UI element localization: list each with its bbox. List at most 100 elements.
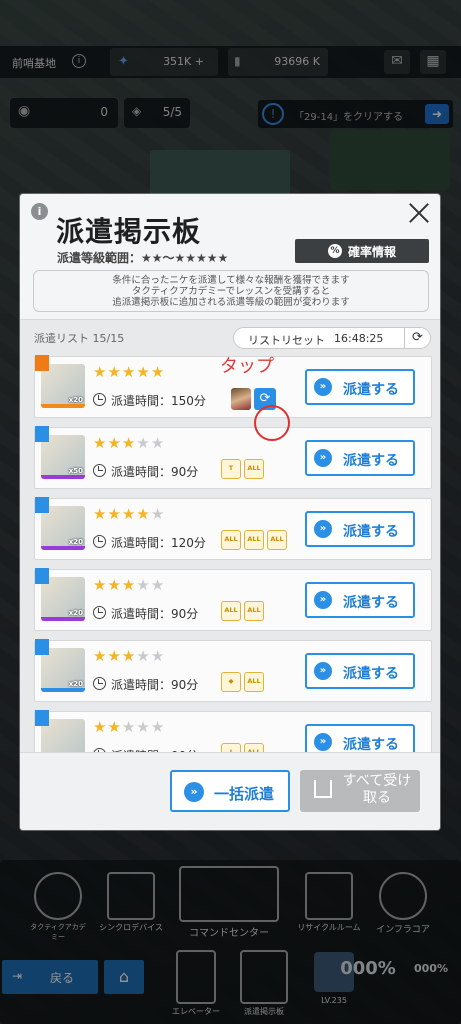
percent-icon: %	[327, 244, 342, 258]
rarity-bar	[41, 688, 85, 692]
item-count: x20	[68, 538, 83, 546]
item-count: x20	[68, 396, 83, 404]
star-filled-icon: ★	[121, 363, 137, 381]
dispatch-list[interactable]: 派遣リスト 15/15 リストリセット 16:48:25 ⟳ x20 ★★★★★ 派…	[20, 320, 440, 752]
star-filled-icon: ★	[107, 718, 122, 736]
description-line: 追派遣掲示板に追加される派遣等級の範囲が変わります	[112, 297, 350, 308]
dispatch-label: 派遣する	[343, 382, 399, 398]
star-filled-icon: ★	[150, 363, 166, 381]
star-filled-icon: ★	[107, 505, 122, 523]
condition-tag: ALL	[267, 530, 287, 550]
star-filled-icon: ★	[93, 647, 108, 665]
condition-tag: ALL	[221, 601, 241, 621]
condition-tags: ◆ ALL	[221, 672, 264, 692]
condition-tag: ALL	[244, 459, 264, 479]
bulk-dispatch-label: 一括派遣	[214, 785, 275, 803]
star-rating: ★★★★★	[93, 434, 165, 452]
double-chevron-icon: »	[314, 520, 332, 538]
clock-icon	[93, 535, 106, 548]
nikke-avatar	[231, 388, 251, 410]
dispatch-time: 派遣時間：90分	[111, 678, 199, 692]
rate-info-label: 確率情報	[347, 244, 396, 259]
condition-tags: ALL ALL	[221, 601, 264, 621]
star-filled-icon: ★	[93, 434, 108, 452]
flag-icon	[35, 355, 49, 371]
dispatch-button[interactable]: » 派遣する	[305, 653, 415, 689]
star-filled-icon: ★	[107, 647, 122, 665]
star-filled-icon: ★	[121, 647, 137, 665]
reset-timer: 16:48:25	[334, 332, 384, 345]
dispatch-time: 派遣時間：120分	[111, 536, 206, 550]
dispatch-button[interactable]: » 派遣する	[305, 369, 415, 405]
star-filled-icon: ★	[121, 505, 137, 523]
receive-all-label: すべて受け取る	[342, 773, 412, 806]
star-empty-icon: ★	[121, 718, 137, 736]
description-line: 条件に合ったニケを派遣して様々な報酬を獲得できます	[112, 275, 350, 286]
modal-footer: » 一括派遣 すべて受け取る	[20, 752, 440, 830]
star-filled-icon: ★	[107, 576, 122, 594]
dispatch-label: 派遣する	[343, 453, 399, 469]
star-empty-icon: ★	[136, 434, 151, 452]
description-line: タクティクアカデミーでレッスンを受講すると	[131, 286, 331, 297]
star-rating: ★★★★★	[93, 505, 165, 523]
star-filled-icon: ★	[93, 576, 108, 594]
flag-icon	[35, 710, 49, 726]
info-icon[interactable]: i	[31, 203, 48, 220]
description-box: 条件に合ったニケを派遣して様々な報酬を獲得できます タクティクアカデミーでレッス…	[33, 270, 429, 312]
condition-tag: I	[221, 743, 241, 752]
dispatch-button[interactable]: » 派遣する	[305, 582, 415, 618]
star-empty-icon: ★	[136, 647, 151, 665]
rarity-bar	[41, 617, 85, 621]
star-rating: ★★★★★	[93, 363, 165, 381]
condition-tag: ◆	[221, 672, 241, 692]
condition-tag: ALL	[244, 743, 264, 752]
rarity-bar	[41, 475, 85, 479]
dispatch-board-modal: i 派遣掲示板 派遣等級範囲：★★〜★★★★★ % 確率情報 条件に合ったニケを…	[20, 194, 440, 830]
dispatch-time: 派遣時間：150分	[111, 394, 206, 408]
flag-icon	[35, 568, 49, 584]
double-chevron-icon: »	[184, 782, 204, 802]
highlight-circle	[254, 405, 290, 441]
close-icon[interactable]	[408, 202, 430, 224]
dispatch-button[interactable]: » 派遣する	[305, 440, 415, 476]
list-count: 派遣リスト 15/15	[34, 332, 125, 345]
clock-icon	[93, 606, 106, 619]
star-rating: ★★★★★	[93, 576, 165, 594]
star-empty-icon: ★	[136, 718, 151, 736]
star-filled-icon: ★	[93, 718, 108, 736]
condition-tags: T ALL	[221, 459, 264, 479]
double-chevron-icon: »	[314, 662, 332, 680]
condition-tag: ALL	[244, 672, 264, 692]
rate-info-button[interactable]: % 確率情報	[295, 239, 429, 263]
flag-icon	[35, 639, 49, 655]
double-chevron-icon: »	[314, 449, 332, 467]
dispatch-button[interactable]: » 派遣する	[305, 724, 415, 752]
download-icon	[314, 780, 332, 798]
dispatch-card: x20 ★★★★★ 派遣時間：90分 ALL ALL » 派遣する	[34, 568, 432, 631]
list-reset-button[interactable]: リストリセット 16:48:25 ⟳	[233, 327, 431, 349]
star-filled-icon: ★	[121, 576, 137, 594]
dispatch-button[interactable]: » 派遣する	[305, 511, 415, 547]
dispatch-label: 派遣する	[343, 666, 399, 682]
star-empty-icon: ★	[150, 576, 166, 594]
star-empty-icon: ★	[150, 434, 166, 452]
condition-tags: ALL ALL ALL	[221, 530, 287, 550]
dispatch-label: 派遣する	[343, 524, 399, 540]
refresh-icon: ⟳	[404, 327, 430, 349]
flag-icon	[35, 426, 49, 442]
dispatch-range: 派遣等級範囲：★★〜★★★★★	[57, 251, 229, 265]
rarity-bar	[41, 404, 85, 408]
star-filled-icon: ★	[121, 434, 137, 452]
item-count: x20	[68, 609, 83, 617]
star-filled-icon: ★	[93, 363, 108, 381]
bulk-dispatch-button[interactable]: » 一括派遣	[170, 770, 290, 812]
receive-all-button[interactable]: すべて受け取る	[300, 770, 420, 812]
double-chevron-icon: »	[314, 378, 332, 396]
star-rating: ★★★★★	[93, 647, 165, 665]
star-filled-icon: ★	[136, 363, 151, 381]
star-empty-icon: ★	[150, 505, 166, 523]
flag-icon	[35, 497, 49, 513]
dispatch-time: 派遣時間：90分	[111, 607, 199, 621]
condition-tag: T	[221, 459, 241, 479]
condition-tags: I ALL	[221, 743, 264, 752]
